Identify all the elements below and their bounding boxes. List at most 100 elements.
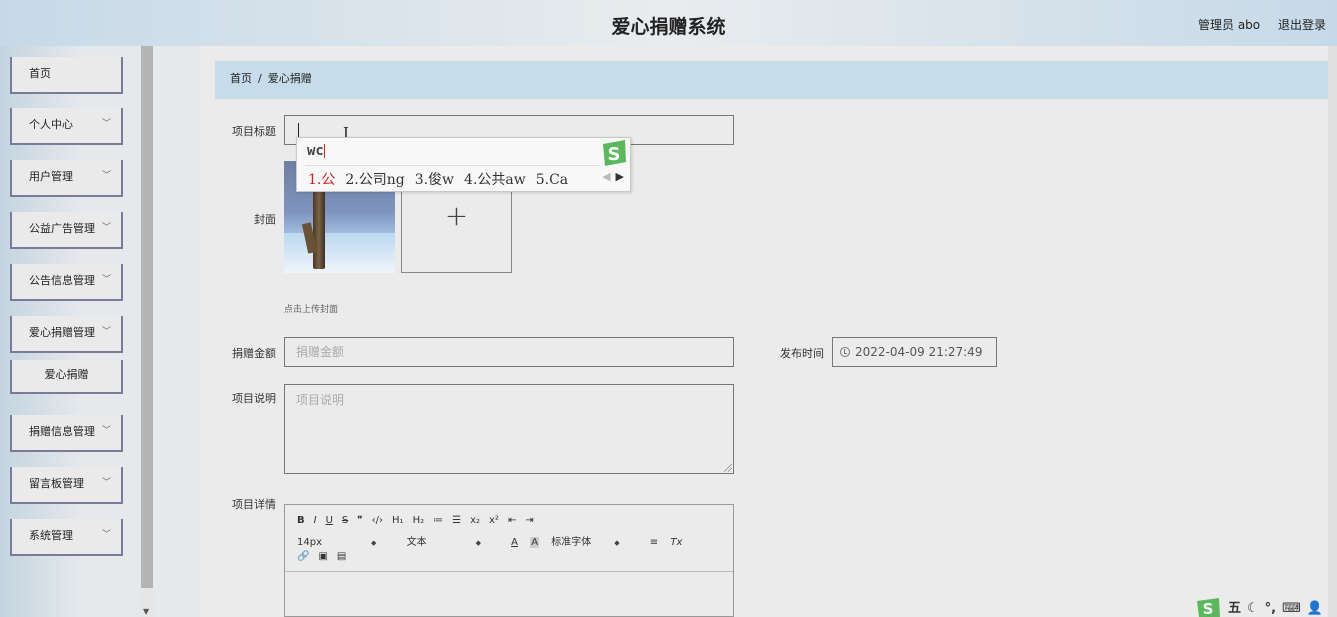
bullet-list-icon[interactable]: ☰ (452, 515, 461, 526)
sidebar-item-9[interactable]: 系统管理 ﹀ (10, 519, 123, 556)
ime-composition: wc (307, 143, 325, 159)
title-label: 项目标题 (232, 125, 276, 138)
breadcrumb-current: 爱心捐赠 (267, 72, 312, 85)
publish-time-picker[interactable]: 2022-04-09 21:27:49 (832, 337, 997, 367)
ime-candidate[interactable]: 3.俊w (415, 172, 454, 188)
chevron-down-icon: ﹀ (101, 223, 111, 233)
keyboard-icon[interactable]: ⌨ (1282, 601, 1301, 616)
sogou-logo-icon: S (603, 140, 626, 166)
code-icon[interactable]: ‹/› (372, 515, 383, 526)
sidebar-item-6[interactable]: 爱心捐赠 (10, 360, 123, 394)
sidebar-item-label: 首页 (29, 67, 51, 80)
sidebar-item-0[interactable]: 首页 (10, 57, 123, 94)
svg-text:S: S (1203, 600, 1214, 617)
subscript-icon[interactable]: x₂ (470, 515, 480, 526)
logout-link[interactable]: 退出登录 (1278, 18, 1326, 32)
outdent-icon[interactable]: ⇤ (508, 515, 516, 526)
toolbar-row-format: B I U S ❞ ‹/› H₁ H₂ ≔ ☰ x₂ x² ⇤ ⇥ (297, 515, 543, 526)
sidebar-item-label: 公告信息管理 (29, 274, 95, 287)
ime-next-icon[interactable]: ▶ (616, 170, 624, 183)
breadcrumb-separator: / (258, 72, 262, 85)
chevron-down-icon: ﹀ (101, 530, 111, 540)
user-area: 管理员 abo 退出登录 (1184, 16, 1326, 33)
breadcrumb-home[interactable]: 首页 (230, 72, 252, 85)
ime-candidate[interactable]: 2.公司ng (345, 172, 404, 188)
ime-candidates: 1.公 2.公司ng 3.俊w 4.公共aw 5.Ca (308, 169, 578, 189)
sidebar-item-label: 爱心捐赠管理 (29, 326, 95, 339)
background-color-icon[interactable]: A (530, 537, 540, 548)
chevron-down-icon: ﹀ (101, 171, 111, 181)
video-icon[interactable]: ▤ (337, 551, 346, 562)
moon-icon[interactable]: ☾ (1247, 601, 1259, 616)
amount-label: 捐赠金额 (232, 347, 276, 360)
ime-prev-icon[interactable]: ◀ (602, 170, 610, 183)
upload-hint: 点击上传封面 (284, 305, 339, 315)
amount-input[interactable]: 捐赠金额 (284, 337, 734, 367)
blockquote-icon[interactable]: ❞ (357, 515, 362, 526)
cover-label: 封面 (254, 213, 276, 226)
font-size-select[interactable]: 14px ◆ (297, 537, 385, 548)
chevron-down-icon: ﹀ (101, 327, 111, 337)
chevron-down-icon: ﹀ (101, 478, 111, 488)
text-style-select[interactable]: 文本 ◆ (407, 533, 490, 548)
editor-toolbar: B I U S ❞ ‹/› H₁ H₂ ≔ ☰ x₂ x² ⇤ ⇥ 14px ◆ 文本 ◆ A A 标准字体 ◆… (285, 505, 733, 572)
punctuation-icon[interactable]: °, (1265, 601, 1276, 616)
align-icon[interactable]: ≡ (650, 537, 658, 548)
ime-candidate[interactable]: 4.公共aw (464, 172, 526, 188)
ordered-list-icon[interactable]: ≔ (433, 515, 443, 526)
toolbar-row-insert: 🔗 ▣ ▤ (297, 551, 355, 562)
system-title: 爱心捐赠系统 (611, 16, 726, 38)
sidebar-item-1[interactable]: 个人中心 ﹀ (10, 108, 123, 145)
ime-candidate[interactable]: 5.Ca (536, 172, 568, 188)
text-caret (298, 123, 299, 137)
resize-grip-icon[interactable] (724, 464, 732, 472)
h2-icon[interactable]: H₂ (413, 515, 425, 526)
sidebar-item-label: 公益广告管理 (29, 222, 95, 235)
top-bar: 爱心捐赠系统 管理员 abo 退出登录 (0, 0, 1337, 46)
ime-page-arrows: ◀ ▶ (602, 170, 624, 183)
font-color-icon[interactable]: A (511, 537, 518, 548)
sidebar-item-label: 留言板管理 (29, 477, 84, 490)
clear-format-icon[interactable]: Tx (670, 537, 682, 548)
sidebar-item-5[interactable]: 爱心捐赠管理 ﹀ (10, 316, 123, 353)
breadcrumb: 首页 / 爱心捐赠 (215, 61, 1328, 99)
details-label: 项目详情 (232, 498, 276, 511)
chevron-down-icon: ﹀ (101, 119, 111, 129)
indent-icon[interactable]: ⇥ (525, 515, 533, 526)
toolbar-row-style: 14px ◆ 文本 ◆ A A 标准字体 ◆ ≡ Tx (297, 533, 691, 548)
sidebar-item-4[interactable]: 公告信息管理 ﹀ (10, 264, 123, 301)
h1-icon[interactable]: H₁ (392, 515, 404, 526)
image-icon[interactable]: ▣ (318, 551, 327, 562)
tray-items: 五 ☾ °, ⌨ 👤 (1228, 597, 1329, 616)
sidebar-item-7[interactable]: 捐赠信息管理 ﹀ (10, 415, 123, 452)
sogou-tray-icon[interactable]: S (1195, 597, 1221, 617)
sidebar-item-label: 系统管理 (29, 529, 73, 542)
italic-icon[interactable]: I (314, 515, 317, 526)
sidebar-item-3[interactable]: 公益广告管理 ﹀ (10, 212, 123, 249)
strike-icon[interactable]: S (342, 515, 348, 526)
sidebar-item-8[interactable]: 留言板管理 ﹀ (10, 467, 123, 504)
sidebar-item-label: 个人中心 (29, 118, 73, 131)
superscript-icon[interactable]: x² (489, 515, 499, 526)
sidebar-item-label: 捐赠信息管理 (29, 425, 95, 438)
ime-status-tray: S 五 ☾ °, ⌨ 👤 (1192, 597, 1337, 617)
user-icon[interactable]: 👤 (1307, 601, 1323, 616)
font-family-select[interactable]: 标准字体 ◆ (551, 533, 628, 548)
clock-icon (840, 347, 850, 357)
ime-candidate-popup: wc S 1.公 2.公司ng 3.俊w 4.公共aw 5.Ca ◀ ▶ (296, 137, 631, 192)
sidebar-scroll-thumb[interactable] (141, 46, 153, 588)
sidebar-scrollbar[interactable]: ▼ (140, 46, 154, 617)
bold-icon[interactable]: B (297, 515, 305, 526)
input-mode-icon[interactable]: 五 (1228, 601, 1241, 616)
scroll-down-arrow-icon[interactable]: ▼ (143, 607, 149, 616)
link-icon[interactable]: 🔗 (297, 551, 309, 562)
description-label: 项目说明 (232, 392, 276, 405)
sidebar-item-2[interactable]: 用户管理 ﹀ (10, 160, 123, 197)
ime-candidate[interactable]: 1.公 (308, 172, 335, 188)
description-textarea[interactable]: 项目说明 (284, 384, 734, 474)
sidebar-item-label: 爱心捐赠 (44, 368, 89, 381)
rich-text-editor[interactable]: B I U S ❞ ‹/› H₁ H₂ ≔ ☰ x₂ x² ⇤ ⇥ 14px ◆ 文本 ◆ A A 标准字体 ◆… (284, 504, 734, 617)
underline-icon[interactable]: U (326, 515, 333, 526)
chevron-down-icon: ﹀ (101, 275, 111, 285)
sidebar-item-label: 用户管理 (29, 170, 73, 183)
